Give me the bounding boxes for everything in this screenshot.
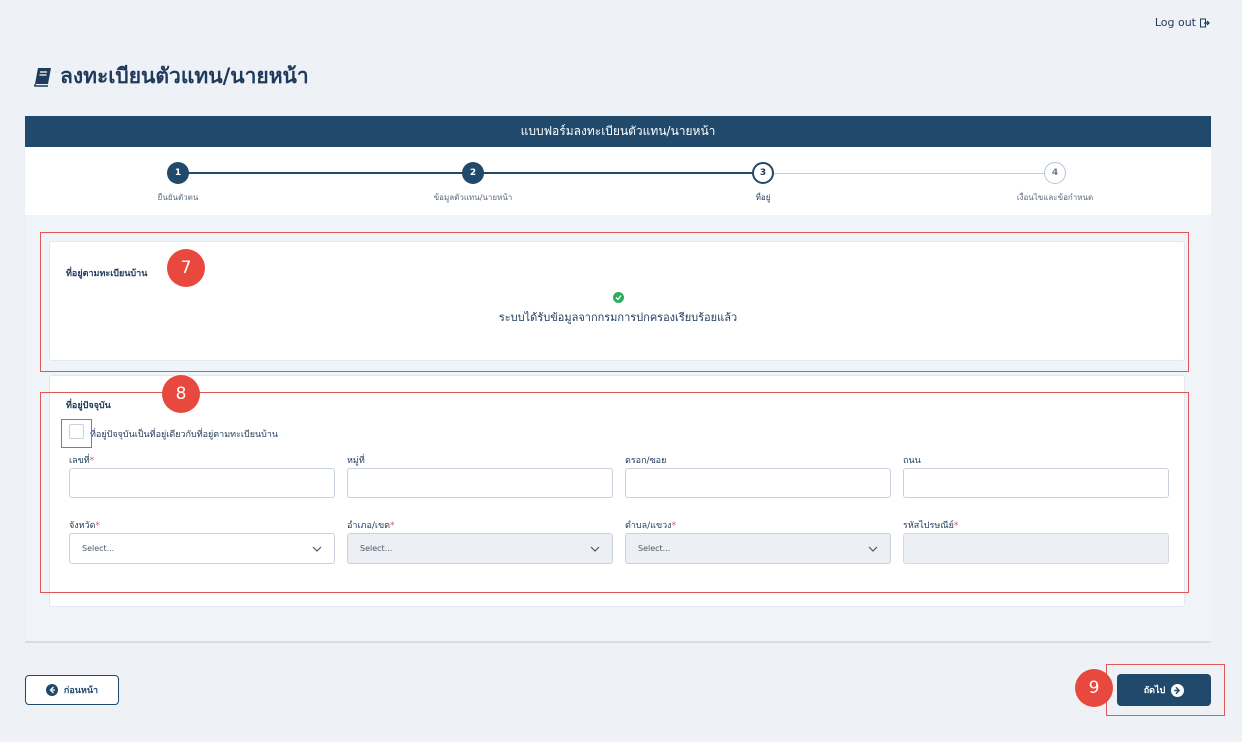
- annotation-badge-7: 7: [167, 249, 205, 287]
- page-title-text: ลงทะเบียนตัวแทน/นายหน้า: [60, 60, 309, 93]
- stepper-line-remaining: [763, 173, 1053, 174]
- step-3-label: ที่อยู่: [693, 191, 833, 204]
- arrow-left-circle-icon: [46, 684, 58, 696]
- step-4-node: 4: [1044, 162, 1066, 184]
- arrow-right-circle-icon: [1171, 684, 1184, 697]
- page-title: ลงทะเบียนตัวแทน/นายหน้า: [34, 60, 309, 93]
- logout-link[interactable]: Log out: [1155, 16, 1210, 29]
- step-1-node: 1: [167, 162, 189, 184]
- step-4-label: เงื่อนไขและข้อกำหนด: [985, 191, 1125, 204]
- annotation-badge-9: 9: [1075, 669, 1113, 707]
- step-2-label: ข้อมูลตัวแทน/นายหน้า: [403, 191, 543, 204]
- card-header: แบบฟอร์มลงทะเบียนตัวแทน/นายหน้า: [25, 116, 1211, 147]
- annotation-box-current-address: [40, 392, 1189, 593]
- logout-label: Log out: [1155, 16, 1196, 29]
- step-2-node: 2: [462, 162, 484, 184]
- step-3-node: 3: [752, 162, 774, 184]
- step-1-label: ยืนยันตัวตน: [108, 191, 248, 204]
- next-button-label: ถัดไป: [1144, 683, 1166, 697]
- progress-stepper: 1 ยืนยันตัวตน 2 ข้อมูลตัวแทน/นายหน้า 3 ท…: [25, 147, 1211, 215]
- previous-button[interactable]: ก่อนหน้า: [25, 675, 119, 705]
- book-icon: [34, 67, 52, 87]
- card-title: แบบฟอร์มลงทะเบียนตัวแทน/นายหน้า: [521, 122, 716, 141]
- next-button[interactable]: ถัดไป: [1117, 674, 1211, 706]
- annotation-box-registered-address: [40, 232, 1189, 372]
- previous-button-label: ก่อนหน้า: [64, 683, 98, 697]
- annotation-badge-8: 8: [162, 375, 200, 413]
- logout-icon: [1200, 18, 1210, 28]
- annotation-box-checkbox: [61, 419, 92, 448]
